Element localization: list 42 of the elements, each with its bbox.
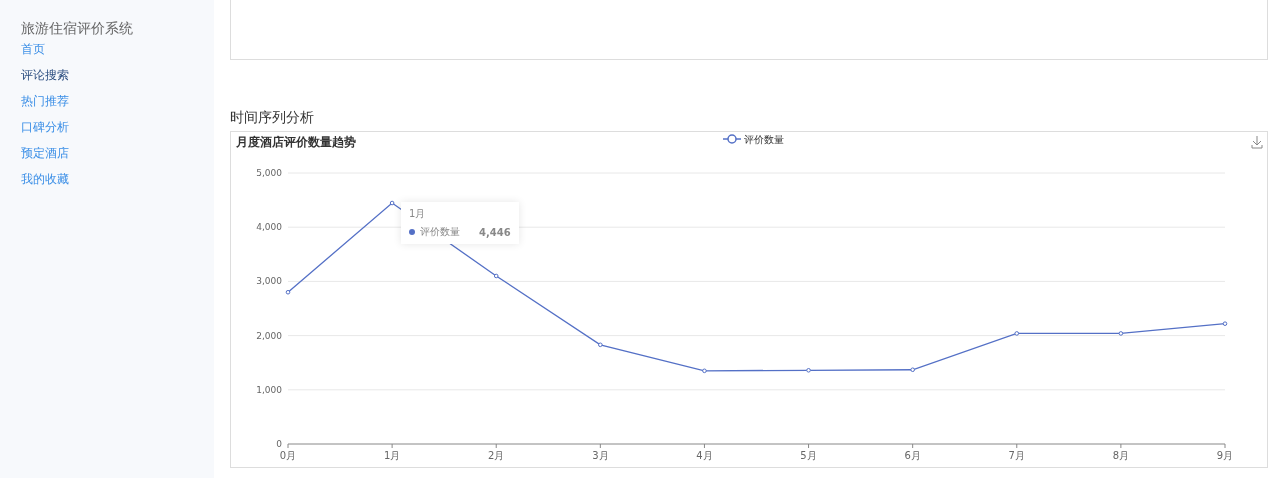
tooltip-value: 4,446 xyxy=(479,226,511,238)
tooltip-title: 1月 xyxy=(409,207,427,221)
data-point xyxy=(1118,331,1124,336)
x-axis-label: 4月 xyxy=(696,450,713,461)
sidebar-link[interactable]: 热门推荐 xyxy=(21,94,69,109)
sidebar-link[interactable]: 口碑分析 xyxy=(21,120,69,135)
x-axis-label: 6月 xyxy=(904,450,921,461)
x-axis-label: 8月 xyxy=(1112,450,1130,461)
tooltip-label: 评价数量 xyxy=(420,225,460,239)
x-axis-label: 5月 xyxy=(800,450,817,461)
data-point xyxy=(598,342,603,348)
sidebar-link[interactable]: 评论搜索 xyxy=(21,68,69,83)
sidebar-link[interactable]: 预定酒店 xyxy=(21,146,69,161)
legend-dot-icon xyxy=(409,229,415,235)
section-heading: 时间序列分析 xyxy=(230,109,315,127)
data-point xyxy=(806,368,811,373)
y-axis-label: 2,000 xyxy=(256,330,282,341)
sidebar-link[interactable]: 首页 xyxy=(21,42,45,57)
sidebar-link[interactable]: 我的收藏 xyxy=(21,172,69,187)
legend-label: 评价数量 xyxy=(744,134,784,145)
x-axis-label: 3月 xyxy=(592,450,609,461)
data-point xyxy=(389,200,395,206)
download-icon xyxy=(1251,135,1263,149)
y-axis-label: 3,000 xyxy=(256,276,282,287)
data-point xyxy=(493,273,499,279)
x-axis-label: 2月 xyxy=(488,450,505,461)
y-axis-label: 0 xyxy=(276,439,282,449)
data-point xyxy=(910,367,915,373)
x-axis-label: 9月 xyxy=(1216,450,1234,461)
x-axis-label: 0月 xyxy=(279,450,297,461)
data-point xyxy=(702,368,707,374)
y-axis-label: 1,000 xyxy=(256,384,282,395)
data-point xyxy=(1014,331,1020,336)
chart-title: 月度酒店评价数量趋势 xyxy=(236,135,356,149)
y-axis-label: 4,000 xyxy=(256,222,282,233)
app-title: 旅游住宿评价系统 xyxy=(21,20,133,38)
y-axis-label: 5,000 xyxy=(256,168,282,178)
x-axis-label: 1月 xyxy=(383,450,401,461)
legend-icon xyxy=(722,134,742,144)
data-point xyxy=(1222,321,1228,326)
x-axis-label: 7月 xyxy=(1008,450,1025,461)
data-point xyxy=(285,289,291,295)
